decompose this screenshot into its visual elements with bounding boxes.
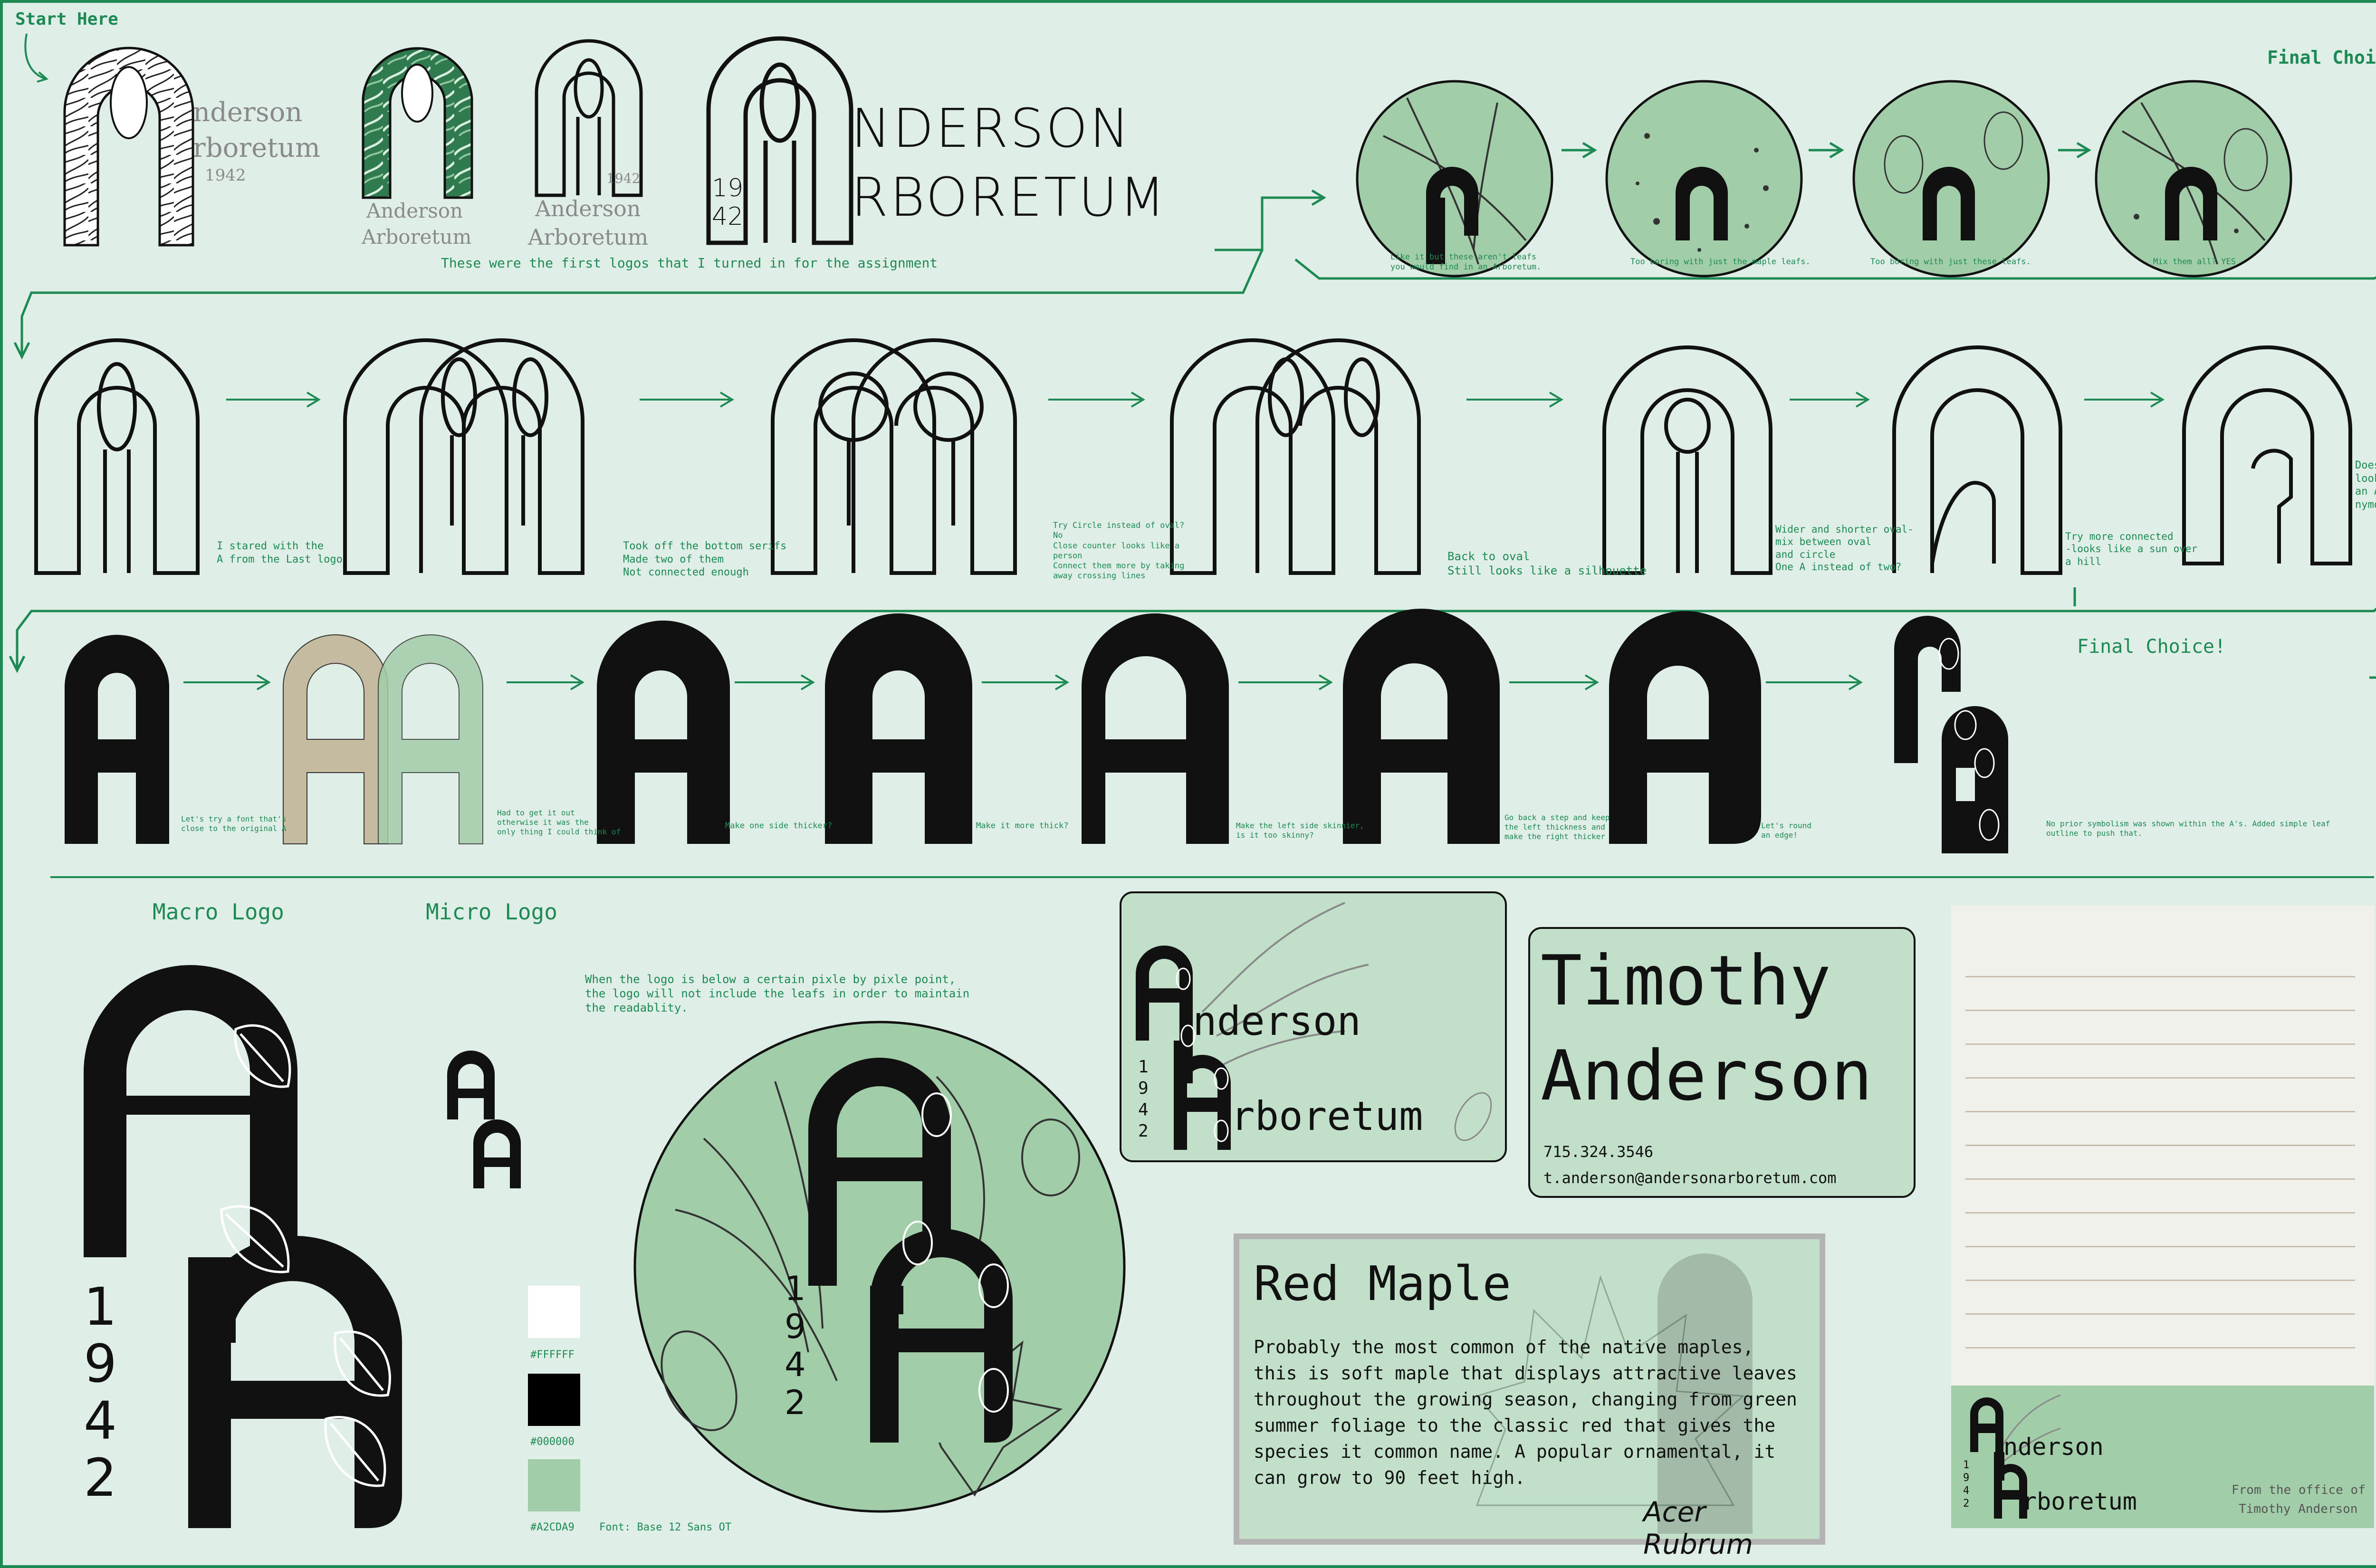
row2-iterations [34, 338, 2352, 575]
row2-note-1: I stared with the A from the Last logo [217, 540, 343, 565]
font-note: Font: Base 12 Sans OT [599, 1521, 732, 1533]
swatch-mint-label: #A2CDA9 [530, 1521, 575, 1533]
letterhead-line1: nderson [2003, 1433, 2104, 1461]
row3-note-7: Let's round an edge! [1761, 821, 1811, 840]
row3-iterations [65, 609, 2008, 853]
letterhead-year-4: 2 [1963, 1498, 1970, 1510]
tree-sign-body: Probably the most common of the native m… [1254, 1337, 1797, 1489]
contact-phone: 715.324.3546 [1543, 1143, 1654, 1161]
swatch-mint [528, 1459, 580, 1511]
tree-info-sign: Red Maple Probably the most common of th… [1234, 1233, 1825, 1560]
emblem-arrows [1562, 142, 2091, 159]
emblem-year-1: 1 [785, 1269, 806, 1308]
tree-sign-title: Red Maple [1254, 1256, 1511, 1311]
row3-note-2: Had to get it out otherwise it was the o… [497, 808, 621, 836]
macro-year-3: 4 [84, 1390, 117, 1451]
swatch-black [528, 1374, 580, 1426]
row3-note-3: Make one side thicker? [725, 821, 833, 831]
row2-note-6: Try more connected -looks like a sun ove… [2065, 531, 2198, 567]
contact-email: t.anderson@andersonarboretum.com [1543, 1169, 1837, 1187]
row2-note-2: Took off the bottom serifs Made two of t… [623, 540, 787, 578]
macro-year-1: 1 [84, 1276, 117, 1337]
business-card-front: nderson rboretum 1 9 4 2 [1120, 891, 1507, 1162]
row3-note-5: Make the left side skinnier, is it too s… [1236, 821, 1364, 840]
process-board: Start Here nderson rboretum 1942 Anderso… [0, 0, 2376, 1568]
emblem-year-2: 9 [785, 1307, 806, 1346]
letterhead-lines [1965, 944, 2355, 1362]
pixel-note: When the logo is below a certain pixle b… [585, 973, 970, 1014]
row3-note-8: No prior symbolism was shown within the … [2046, 819, 2330, 838]
row2-note-7: Doesn't look like an A a nymore [2355, 459, 2376, 511]
business-card-year-4: 2 [1138, 1121, 1149, 1141]
letterhead-line2: rboretum [2022, 1488, 2137, 1515]
business-card-line2: rboretum [1231, 1093, 1423, 1139]
letterhead-footer-line1: From the office of [2232, 1483, 2366, 1497]
swatch-white [528, 1286, 580, 1338]
business-card-line1: nderson [1193, 998, 1361, 1044]
row3-note-6: Go back a step and keep the left thickne… [1504, 813, 1610, 841]
swatch-white-label: #FFFFFF [530, 1349, 575, 1361]
row3-note-4: Make it more thick? [976, 821, 1069, 831]
letterhead: nderson rboretum 1 9 4 2 From the office… [1951, 906, 2374, 1528]
main-emblem [633, 1021, 1126, 1513]
emblem-year-3: 4 [785, 1345, 806, 1384]
contact-card: Timothy Anderson 715.324.3546 t.anderson… [1528, 927, 1916, 1198]
macro-logo-label: Macro Logo [153, 899, 284, 925]
tree-sign-latin: Acer Rubrum [1643, 1496, 1753, 1560]
row2-note-3: Try Circle instead of oval? No Close cou… [1053, 521, 1185, 581]
micro-logo-mark [447, 1051, 521, 1188]
letterhead-footer-line2: Timothy Anderson [2239, 1502, 2358, 1516]
swatch-black-label: #000000 [530, 1436, 575, 1448]
macro-logo-mark [84, 965, 402, 1528]
row2-note-5: Wider and shorter oval- mix between oval… [1775, 524, 1914, 573]
business-card-year-2: 9 [1138, 1079, 1149, 1098]
business-card-year-3: 4 [1138, 1100, 1149, 1119]
row2-note-4: Back to oval Still looks like a silhouet… [1447, 550, 1647, 577]
contact-first-name: Timothy [1541, 941, 1831, 1021]
macro-year-4: 2 [84, 1447, 117, 1508]
row3-note-1: Let's try a font that's close to the ori… [181, 814, 287, 833]
business-card-year-1: 1 [1138, 1057, 1149, 1077]
final-choice-mid-label: Final Choice! [2077, 636, 2226, 658]
letterhead-year-3: 4 [1963, 1485, 1970, 1497]
contact-last-name: Anderson [1541, 1036, 1873, 1116]
macro-year-2: 9 [84, 1333, 117, 1394]
micro-logo-label: Micro Logo [426, 899, 557, 925]
letterhead-year-1: 1 [1963, 1459, 1970, 1471]
emblem-year-4: 2 [785, 1383, 806, 1422]
letterhead-year-2: 9 [1963, 1472, 1970, 1484]
